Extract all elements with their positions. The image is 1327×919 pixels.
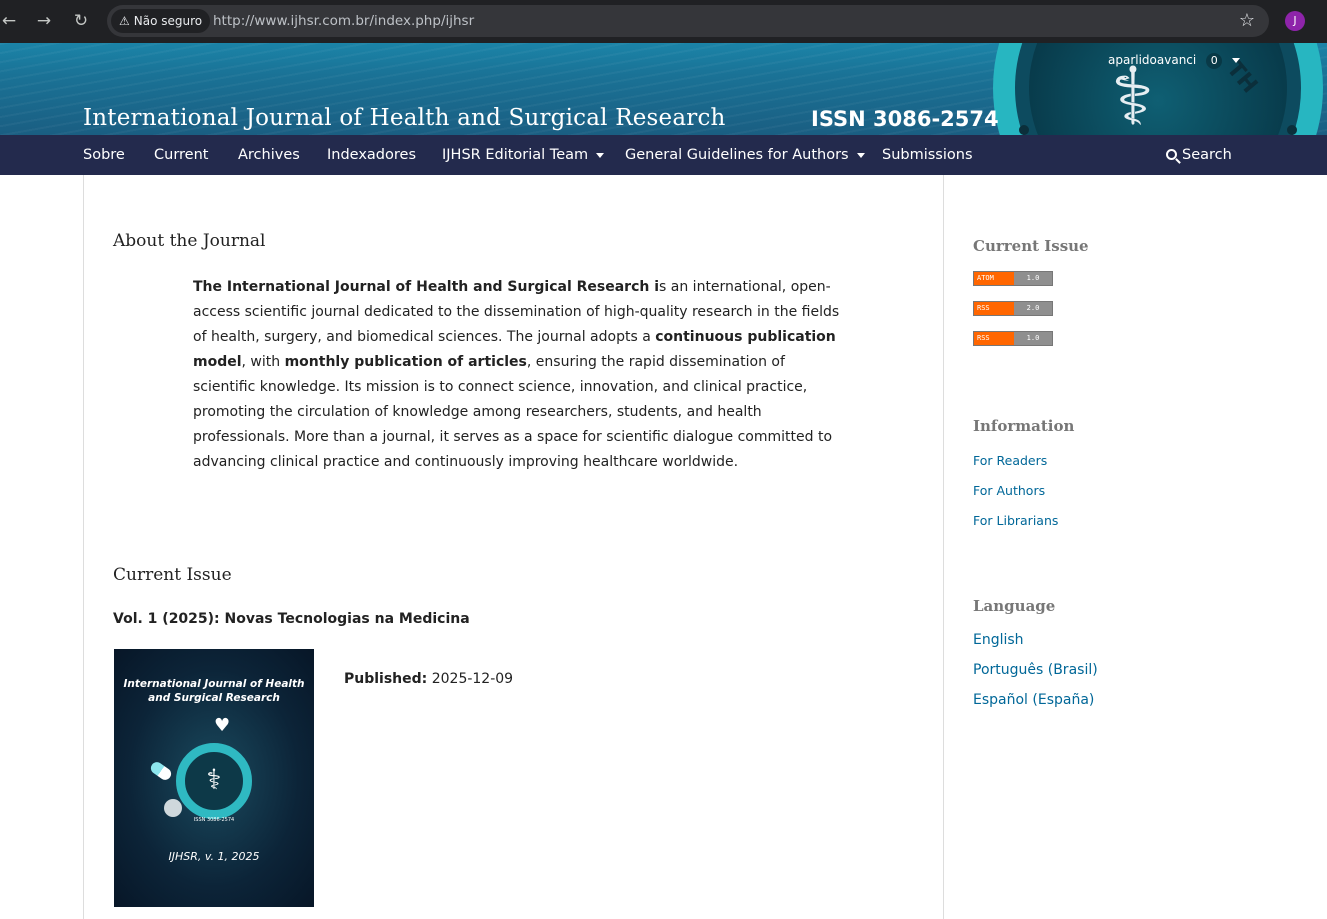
sidebar-language-heading: Language [973, 597, 1056, 615]
rss1-feed-link[interactable]: RSS 1.0 [973, 331, 1053, 346]
tablet-icon [164, 799, 182, 817]
about-heading: About the Journal [113, 231, 266, 251]
about-bold-3: monthly publication of articles [284, 354, 527, 370]
language-portuguese[interactable]: Português (Brasil) [973, 662, 1098, 678]
link-for-librarians[interactable]: For Librarians [973, 513, 1058, 528]
main-content: About the Journal The International Jour… [83, 175, 944, 919]
language-english[interactable]: English [973, 632, 1024, 648]
username[interactable]: aparlidoavanci [1108, 53, 1196, 67]
nav-item-guidelines[interactable]: General Guidelines for Authors [625, 135, 865, 175]
atom-feed-link[interactable]: ATOM 1.0 [973, 271, 1053, 286]
caduceus-icon: ⚕ [206, 763, 222, 796]
feed-type: ATOM [974, 272, 1014, 285]
cover-badge: ⚕ [176, 743, 252, 819]
user-menu[interactable]: aparlidoavanci 0 [1108, 53, 1241, 69]
pill-icon [148, 759, 174, 783]
address-bar[interactable]: ⚠ Não seguro http://www.ijhsr.com.br/inde… [107, 5, 1269, 37]
caret-down-icon [596, 152, 605, 158]
rss2-feed-link[interactable]: RSS 2.0 [973, 301, 1053, 316]
about-description: The International Journal of Health and … [193, 275, 843, 475]
warning-icon: ⚠ [119, 14, 130, 28]
nav-item-editorial-team[interactable]: IJHSR Editorial Team [442, 135, 605, 175]
browser-toolbar: ← → ↻ ⚠ Não seguro http://www.ijhsr.com.b… [0, 0, 1327, 43]
primary-nav: Sobre Current Archives Indexadores IJHSR… [0, 135, 1327, 175]
feed-version: 1.0 [1014, 332, 1052, 345]
feed-version: 1.0 [1014, 272, 1052, 285]
url-text[interactable]: http://www.ijhsr.com.br/index.php/ijhsr [213, 5, 474, 37]
about-text-3: , ensuring the rapid dissemination of sc… [193, 354, 833, 470]
site-header: ⚕ TH International Journal of Health and… [0, 43, 1327, 135]
nav-item-sobre[interactable]: Sobre [83, 135, 125, 175]
nav-item-indexadores[interactable]: Indexadores [327, 135, 416, 175]
published-value: 2025-12-09 [431, 671, 514, 687]
search-link[interactable]: Search [1166, 135, 1232, 175]
search-icon [1166, 149, 1177, 160]
cover-title: International Journal of Health and Surg… [123, 678, 305, 704]
issue-cover-image[interactable]: International Journal of Health and Surg… [114, 649, 314, 907]
current-issue-heading: Current Issue [113, 565, 232, 585]
sidebar-current-issue-heading: Current Issue [973, 237, 1089, 255]
forward-arrow-icon[interactable]: → [32, 9, 56, 33]
published-date: Published: 2025-12-09 [344, 671, 513, 687]
feed-type: RSS [974, 302, 1014, 315]
nav-item-label: General Guidelines for Authors [625, 147, 849, 163]
link-for-authors[interactable]: For Authors [973, 483, 1045, 498]
reload-icon[interactable]: ↻ [69, 9, 93, 33]
nav-item-current[interactable]: Current [154, 135, 208, 175]
language-spanish[interactable]: Español (España) [973, 692, 1094, 708]
security-indicator[interactable]: ⚠ Não seguro [111, 9, 211, 33]
about-lead: The International Journal of Health and … [193, 279, 660, 295]
cover-issn: ISSN 3086-2574 [193, 817, 235, 823]
nav-item-submissions[interactable]: Submissions [882, 135, 973, 175]
nav-item-archives[interactable]: Archives [238, 135, 300, 175]
issn-label: ISSN 3086-2574 [811, 107, 999, 131]
caret-down-icon [856, 152, 865, 158]
back-arrow-icon[interactable]: ← [0, 9, 21, 33]
sidebar-information-heading: Information [973, 417, 1075, 435]
bookmark-star-icon[interactable]: ☆ [1239, 9, 1255, 33]
issue-title[interactable]: Vol. 1 (2025): Novas Tecnologias na Medi… [113, 611, 470, 627]
profile-avatar[interactable]: J [1285, 11, 1305, 31]
caret-down-icon [1232, 58, 1241, 63]
nav-item-label: IJHSR Editorial Team [442, 147, 589, 163]
feed-version: 2.0 [1014, 302, 1052, 315]
published-label: Published: [344, 671, 428, 687]
heart-icon: ♥ [214, 715, 231, 736]
notification-badge: 0 [1206, 53, 1223, 69]
search-label: Search [1182, 147, 1232, 163]
security-label: Não seguro [133, 14, 203, 28]
site-title[interactable]: International Journal of Health and Surg… [83, 105, 726, 131]
about-text-2: , with [241, 354, 285, 370]
feed-type: RSS [974, 332, 1014, 345]
cover-volume: IJHSR, v. 1, 2025 [168, 850, 260, 863]
link-for-readers[interactable]: For Readers [973, 453, 1047, 468]
